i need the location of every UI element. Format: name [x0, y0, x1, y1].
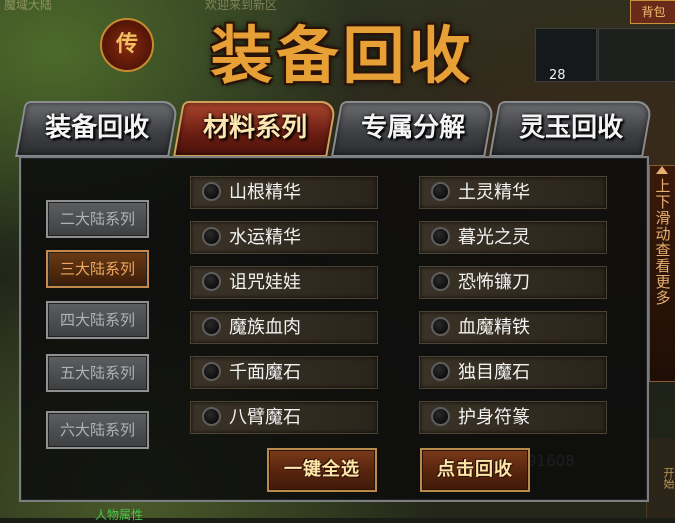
material-label: 诅咒娃娃: [229, 272, 301, 293]
tab-equipment-recycle[interactable]: 装备回收: [15, 101, 179, 157]
radio-button[interactable]: [431, 272, 450, 291]
tab-label: 灵玉回收: [519, 113, 624, 143]
tab-materials[interactable]: 材料系列: [173, 101, 337, 157]
tab-label: 专属分解: [361, 113, 466, 143]
recycle-button[interactable]: 点击回收: [420, 448, 530, 492]
material-label: 山根精华: [229, 182, 301, 203]
material-item[interactable]: 魔族血肉: [190, 311, 378, 344]
material-item[interactable]: 土灵精华: [419, 176, 607, 209]
tab-jade-recycle[interactable]: 灵玉回收: [489, 101, 653, 157]
material-label: 恐怖镰刀: [458, 272, 530, 293]
series-button-5[interactable]: 五大陆系列: [46, 354, 149, 392]
material-item[interactable]: 护身符篆: [419, 401, 607, 434]
radio-button[interactable]: [202, 362, 221, 381]
material-item[interactable]: 千面魔石: [190, 356, 378, 389]
arrow-up-icon: [656, 166, 668, 174]
series-button-4[interactable]: 四大陆系列: [46, 301, 149, 339]
material-item[interactable]: 血魔精铁: [419, 311, 607, 344]
radio-button[interactable]: [202, 272, 221, 291]
radio-button[interactable]: [431, 407, 450, 426]
background-right-bottom-button[interactable]: 开始: [646, 438, 675, 518]
material-label: 水运精华: [229, 227, 301, 248]
material-label: 千面魔石: [229, 362, 301, 383]
radio-button[interactable]: [431, 227, 450, 246]
background-panel-slot: [535, 28, 597, 82]
material-label: 护身符篆: [458, 407, 530, 428]
radio-button[interactable]: [431, 362, 450, 381]
background-panel-slot-2: [598, 28, 675, 82]
background-bottom-text: 人物属性: [95, 508, 144, 522]
radio-button[interactable]: [202, 407, 221, 426]
material-label: 八臂魔石: [229, 407, 301, 428]
radio-button[interactable]: [202, 317, 221, 336]
tab-bar: 装备回收 材料系列 专属分解 灵玉回收: [15, 101, 653, 157]
material-item[interactable]: 独目魔石: [419, 356, 607, 389]
material-label: 土灵精华: [458, 182, 530, 203]
series-button-6[interactable]: 六大陆系列: [46, 411, 149, 449]
series-button-3[interactable]: 三大陆系列: [46, 250, 149, 288]
radio-button[interactable]: [431, 317, 450, 336]
material-label: 独目魔石: [458, 362, 530, 383]
radio-button[interactable]: [202, 182, 221, 201]
material-item[interactable]: 恐怖镰刀: [419, 266, 607, 299]
level-indicator: 28: [549, 68, 566, 83]
scroll-hint[interactable]: 上下滑动查看更多: [649, 165, 675, 382]
material-item[interactable]: 诅咒娃娃: [190, 266, 378, 299]
radio-button[interactable]: [431, 182, 450, 201]
material-label: 暮光之灵: [458, 227, 530, 248]
material-label: 血魔精铁: [458, 317, 530, 338]
material-item[interactable]: 暮光之灵: [419, 221, 607, 254]
coin-icon[interactable]: 传: [100, 18, 154, 72]
select-all-button[interactable]: 一键全选: [267, 448, 377, 492]
series-button-2[interactable]: 二大陆系列: [46, 200, 149, 238]
background-top-left-text: 魔域大陆: [4, 0, 53, 12]
material-item[interactable]: 水运精华: [190, 221, 378, 254]
bag-button[interactable]: 背包: [630, 0, 675, 24]
material-label: 魔族血肉: [229, 317, 301, 338]
radio-button[interactable]: [202, 227, 221, 246]
tab-exclusive-dismantle[interactable]: 专属分解: [331, 101, 495, 157]
scroll-hint-text: 上下滑动查看更多: [653, 178, 672, 306]
tab-label: 装备回收: [45, 113, 150, 143]
tab-label: 材料系列: [203, 113, 308, 143]
material-item[interactable]: 山根精华: [190, 176, 378, 209]
material-item[interactable]: 八臂魔石: [190, 401, 378, 434]
panel-title: 装备回收: [210, 19, 475, 92]
